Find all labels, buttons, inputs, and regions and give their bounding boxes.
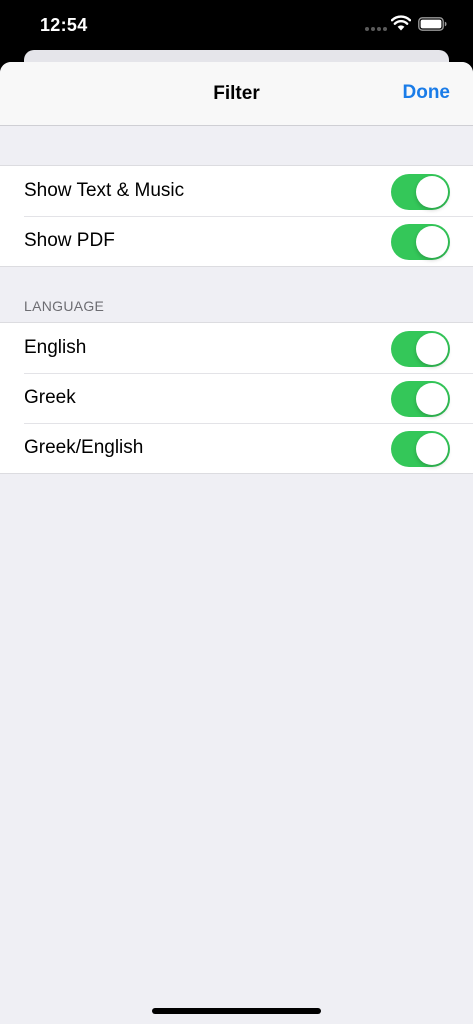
done-button[interactable]: Done <box>403 82 451 104</box>
filter-sheet: Filter Done Show Text & Music Show PDF L… <box>0 62 473 1024</box>
toggle-knob <box>416 383 448 415</box>
row-label: English <box>24 337 87 358</box>
row-label: Greek <box>24 387 76 408</box>
row-english: English <box>0 323 473 373</box>
row-greek-english: Greek/English <box>0 423 473 473</box>
screen: 12:54 Filter Done Show Text & Music Show… <box>0 0 473 1024</box>
status-bar: 12:54 <box>0 0 473 50</box>
row-label: Show PDF <box>24 230 115 251</box>
row-greek: Greek <box>0 373 473 423</box>
toggle-knob <box>416 226 448 258</box>
toggle-knob <box>416 176 448 208</box>
content-type-group: Show Text & Music Show PDF <box>0 165 473 267</box>
row-label: Greek/English <box>24 437 144 458</box>
section-header-language: LANGUAGE <box>24 298 105 314</box>
toggle-knob <box>416 433 448 465</box>
row-show-text-music: Show Text & Music <box>0 166 473 216</box>
nav-bar: Filter Done <box>0 62 473 126</box>
english-toggle[interactable] <box>391 331 450 367</box>
language-group: English Greek Greek/English <box>0 322 473 474</box>
toggle-knob <box>416 333 448 365</box>
show-pdf-toggle[interactable] <box>391 224 450 260</box>
row-label: Show Text & Music <box>24 180 185 201</box>
wifi-icon <box>391 15 411 31</box>
signal-icon <box>365 27 387 31</box>
greek-english-toggle[interactable] <box>391 431 450 467</box>
row-show-pdf: Show PDF <box>0 216 473 266</box>
greek-toggle[interactable] <box>391 381 450 417</box>
status-time: 12:54 <box>40 15 88 35</box>
show-text-music-toggle[interactable] <box>391 174 450 210</box>
home-indicator[interactable] <box>152 1008 321 1014</box>
battery-icon <box>418 17 447 31</box>
